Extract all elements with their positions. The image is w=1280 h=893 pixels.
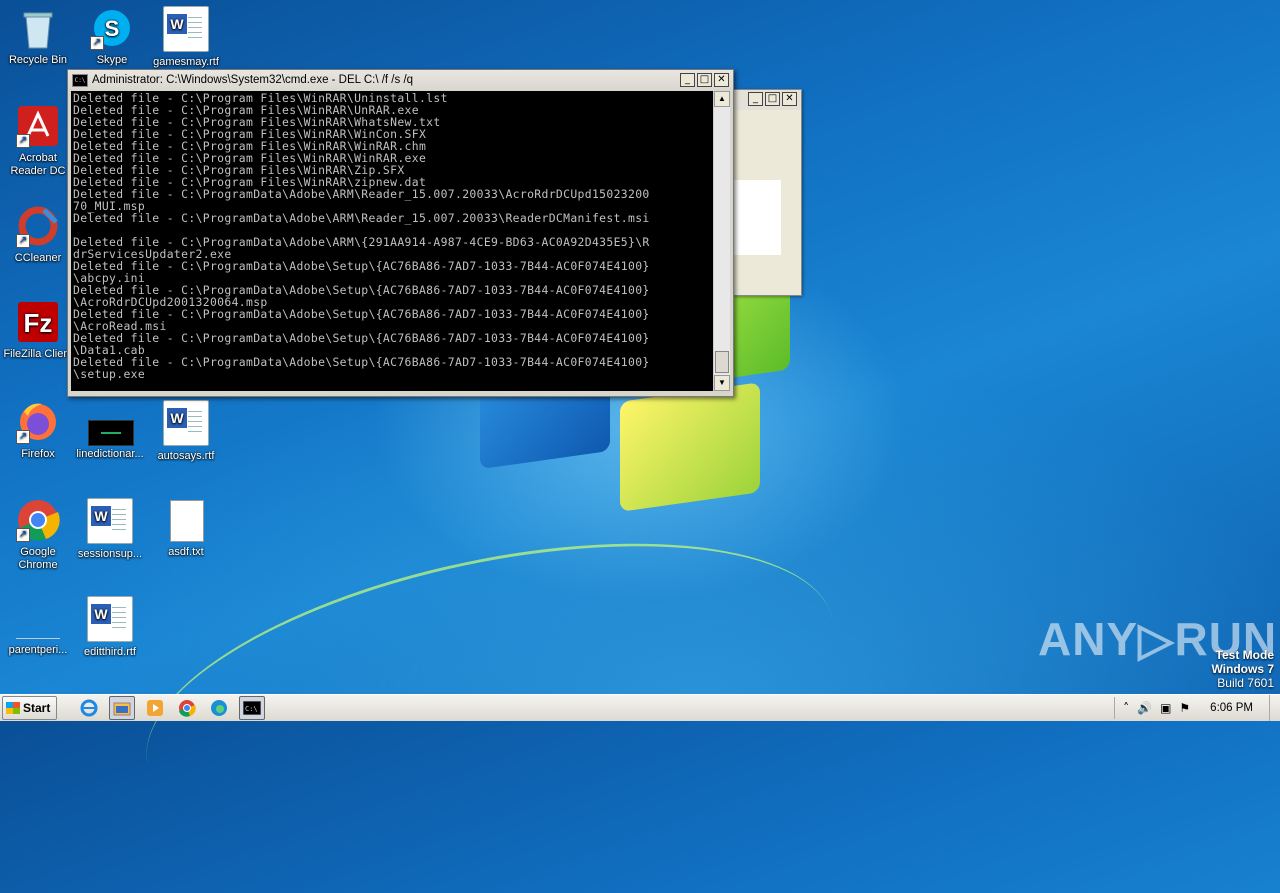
svg-text:Fz: Fz — [24, 308, 53, 338]
word-document-icon: W — [163, 400, 209, 446]
volume-icon[interactable]: 🔊 — [1137, 701, 1152, 715]
word-document-icon: W — [87, 596, 133, 642]
desktop-icon-linedictionar[interactable]: linedictionar... — [72, 400, 148, 461]
minimize-button[interactable]: _ — [748, 92, 763, 106]
background-window[interactable]: _ □ ✕ — [733, 89, 802, 296]
close-button[interactable]: ✕ — [714, 73, 729, 87]
system-tray: ˄ 🔊 ▣ ⚑ 6:06 PM — [1114, 697, 1263, 719]
console-output: Deleted file - C:\Program Files\WinRAR\U… — [73, 91, 650, 381]
chrome-icon: ↗ — [16, 498, 60, 542]
blank-icon — [16, 596, 60, 640]
start-button[interactable]: Start — [2, 696, 58, 720]
show-hidden-icons-icon[interactable]: ˄ — [1123, 701, 1129, 715]
ccleaner-icon: ↗ — [16, 204, 60, 248]
text-file-icon — [164, 498, 208, 542]
windows-logo-icon — [6, 702, 20, 714]
action-center-flag-icon[interactable]: ⚑ — [1179, 701, 1190, 715]
cmd-icon[interactable]: C:\ — [239, 696, 266, 720]
explorer-icon[interactable] — [109, 696, 136, 720]
desktop-icon-skype[interactable]: S ↗ Skype — [74, 6, 150, 67]
cmd-titlebar[interactable]: C:\ Administrator: C:\Windows\System32\c… — [68, 70, 733, 90]
edge-icon[interactable] — [207, 697, 231, 719]
background-window-content — [734, 180, 781, 255]
clock[interactable]: 6:06 PM — [1210, 702, 1253, 714]
close-button[interactable]: ✕ — [782, 92, 797, 106]
desktop-icon-recycle-bin[interactable]: Recycle Bin — [0, 6, 76, 67]
desktop-icon-firefox[interactable]: ↗ Firefox — [0, 400, 76, 461]
desktop-icon-editthird[interactable]: W editthird.rtf — [72, 596, 148, 659]
scroll-down-icon[interactable]: ▼ — [714, 375, 730, 391]
scroll-thumb[interactable] — [715, 351, 729, 373]
ie-icon[interactable] — [77, 697, 101, 719]
minimize-button[interactable]: _ — [680, 73, 695, 87]
skype-icon: S ↗ — [90, 6, 134, 50]
test-mode-label: Test Mode Windows 7 Build 7601 — [1211, 648, 1274, 690]
chrome-icon[interactable] — [175, 697, 199, 719]
console-output-area[interactable]: Deleted file - C:\Program Files\WinRAR\U… — [71, 91, 713, 391]
cmd-title: Administrator: C:\Windows\System32\cmd.e… — [92, 74, 414, 86]
maximize-button[interactable]: □ — [765, 92, 780, 106]
maximize-button[interactable]: □ — [697, 73, 712, 87]
filezilla-icon: Fz — [16, 300, 60, 344]
desktop-icon-chrome[interactable]: ↗ Google Chrome — [0, 498, 76, 572]
desktop-icon-ccleaner[interactable]: ↗ CCleaner — [0, 204, 76, 265]
desktop-icon-asdf[interactable]: asdf.txt — [148, 498, 224, 559]
vertical-scrollbar[interactable]: ▲ ▼ — [713, 91, 730, 391]
media-player-icon[interactable] — [143, 697, 167, 719]
show-desktop-button[interactable] — [1269, 695, 1280, 721]
cmd-icon: C:\ — [72, 73, 88, 87]
scroll-up-icon[interactable]: ▲ — [714, 91, 730, 107]
firefox-icon: ↗ — [16, 400, 60, 444]
desktop-icon-parentperi[interactable]: parentperi... — [0, 596, 76, 657]
network-icon[interactable]: ▣ — [1160, 701, 1171, 715]
svg-text:C:\: C:\ — [245, 705, 258, 713]
svg-text:S: S — [105, 16, 120, 41]
cmd-window[interactable]: C:\ Administrator: C:\Windows\System32\c… — [67, 69, 734, 397]
desktop-icon-gamesmay[interactable]: W gamesmay.rtf — [148, 6, 224, 69]
desktop-icon-filezilla[interactable]: Fz FileZilla Client — [0, 300, 76, 361]
desktop-icon-acrobat[interactable]: ↗ Acrobat Reader DC — [0, 104, 76, 178]
recycle-bin-icon — [16, 6, 60, 50]
word-document-icon: W — [163, 6, 209, 52]
taskbar: Start C:\ ˄ 🔊 ▣ ⚑ 6:06 PM — [0, 694, 1280, 721]
desktop-icon-sessionsup[interactable]: W sessionsup... — [72, 498, 148, 561]
acrobat-icon: ↗ — [16, 104, 60, 148]
word-document-icon: W — [87, 498, 133, 544]
black-image-icon — [88, 400, 134, 446]
desktop-icon-autosays[interactable]: W autosays.rtf — [148, 400, 224, 463]
background-window-titlebar[interactable]: _ □ ✕ — [734, 90, 801, 110]
